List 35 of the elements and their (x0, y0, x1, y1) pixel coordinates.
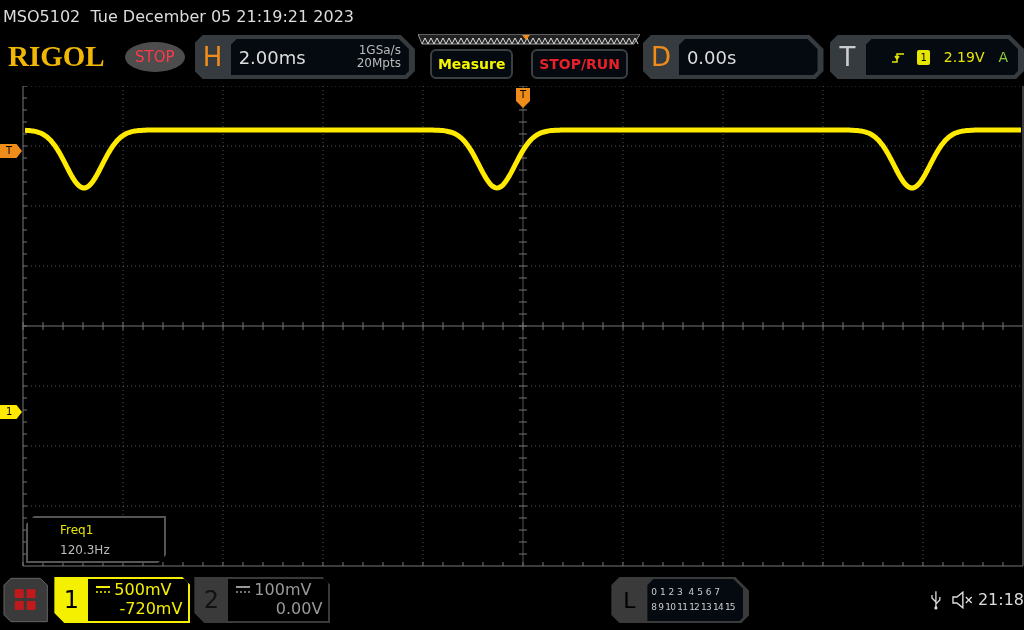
trigger-position-marker: T (516, 88, 530, 108)
logo: RIGOL (8, 39, 106, 75)
rising-edge-icon (891, 51, 904, 63)
usb-icon (930, 590, 943, 610)
logic-panel[interactable]: L 0 1 2 3 4 5 6 7 8 9 10 11 12 13 14 15 (611, 577, 750, 623)
dc-coupling-icon (236, 585, 251, 594)
vertical-scale: 100mV (254, 580, 312, 599)
trigger-source-badge: 1 (917, 49, 930, 65)
measurement-value: 120.3Hz (60, 541, 110, 559)
measurement-name: Freq1 (60, 521, 95, 539)
logic-channel-labels: 0 1 2 3 4 5 6 7 (651, 586, 721, 599)
sample-rate: 1GSa/s (357, 44, 401, 57)
stop-run-button[interactable]: STOP/RUN (531, 49, 628, 79)
delay-panel[interactable]: D 0.00s (642, 35, 824, 79)
channel-number: 1 (62, 585, 80, 616)
channel-panel[interactable]: 1 500mV -720mV (54, 577, 191, 623)
vertical-offset: -720mV (119, 599, 183, 618)
memory-depth: 20Mpts (356, 57, 401, 70)
measure-button[interactable]: Measure (429, 49, 514, 79)
logic-channel-labels: 8 9 10 11 12 13 14 15 (651, 601, 735, 614)
menu-button[interactable] (3, 577, 49, 623)
trigger-panel[interactable]: T 1 2.19V A (829, 35, 1024, 79)
status-line: MSO5102 Tue December 05 21:19:21 2023 (2, 6, 356, 28)
speaker-muted-icon (952, 590, 974, 610)
timebase-value: 2.00ms (238, 45, 306, 70)
channel-offset-marker: 1 (0, 405, 22, 419)
trigger-level-marker: T (0, 144, 22, 158)
trigger-mode: A (998, 47, 1008, 67)
horizontal-panel[interactable]: H 2.00ms 1GSa/s 20Mpts (194, 35, 415, 79)
delay-value: 0.00s (686, 45, 737, 70)
vertical-scale: 500mV (114, 580, 172, 599)
trigger-level: 2.19V (943, 47, 985, 67)
dc-coupling-icon (96, 585, 111, 594)
clock: 21:18 (977, 589, 1024, 611)
vertical-offset: 0.00V (275, 599, 323, 618)
